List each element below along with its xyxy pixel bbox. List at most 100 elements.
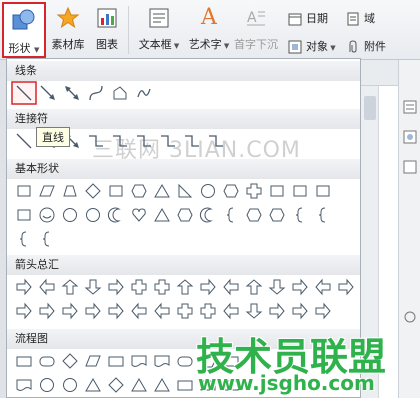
rarrow-shape-icon[interactable] <box>85 302 101 320</box>
larrow-shape-icon[interactable] <box>131 302 147 320</box>
rarrow-shape-icon[interactable] <box>292 278 308 296</box>
material-library-button[interactable]: 素材库 <box>50 6 86 52</box>
term-shape-icon[interactable] <box>177 356 193 367</box>
rarrow-shape-icon[interactable] <box>62 302 78 320</box>
larrow-shape-icon[interactable] <box>39 278 55 296</box>
line-shape-icon[interactable] <box>16 133 32 149</box>
brace-shape-icon[interactable] <box>226 207 234 223</box>
chevron-down-icon: ▼ <box>328 44 336 52</box>
uarrow-shape-icon[interactable] <box>61 279 79 295</box>
sidebar-tool-icon[interactable] <box>403 160 417 174</box>
circle-shape-icon[interactable] <box>40 378 54 392</box>
uarrow-shape-icon[interactable] <box>176 279 194 295</box>
rect-shape-icon[interactable] <box>17 209 31 221</box>
rect-shape-icon[interactable] <box>17 185 31 197</box>
hex-shape-icon[interactable] <box>131 184 147 198</box>
rarrow-shape-icon[interactable] <box>39 302 55 320</box>
cross-shape-icon[interactable] <box>177 303 193 319</box>
brace-shape-icon[interactable] <box>42 231 50 247</box>
rarrow-shape-icon[interactable] <box>338 278 354 296</box>
rect-shape-icon[interactable] <box>270 185 284 197</box>
rarrow-shape-icon[interactable] <box>16 278 32 296</box>
trap-shape-icon[interactable] <box>63 185 77 197</box>
date-button[interactable]: 日期 <box>288 10 328 26</box>
chart-button[interactable]: 图表 <box>92 6 122 52</box>
heart-shape-icon[interactable] <box>132 208 146 222</box>
chart-label: 图表 <box>96 38 118 51</box>
uarrow-shape-icon[interactable] <box>245 279 263 295</box>
rarrow-shape-icon[interactable] <box>269 302 285 320</box>
larrow-shape-icon[interactable] <box>223 278 239 296</box>
rarrow-shape-icon[interactable] <box>108 302 124 320</box>
process-shape-icon[interactable] <box>16 356 32 367</box>
moon-shape-icon[interactable] <box>107 207 121 223</box>
field-button[interactable]: 域 <box>346 10 375 26</box>
larrow-shape-icon[interactable] <box>315 278 331 296</box>
hex-shape-icon[interactable] <box>223 184 239 198</box>
tri-shape-icon[interactable] <box>131 378 147 392</box>
hex-shape-icon[interactable] <box>246 208 262 222</box>
scrollbar-thumb[interactable] <box>364 96 376 120</box>
scribble-shape-icon[interactable] <box>137 88 151 98</box>
circle-shape-icon[interactable] <box>63 208 77 222</box>
brace-shape-icon[interactable] <box>19 231 27 247</box>
sidebar-tool-icon[interactable] <box>403 310 417 324</box>
drop-cap-button[interactable]: A 首字下沉 <box>232 6 280 52</box>
para-shape-icon[interactable] <box>39 185 55 197</box>
smile-shape-icon[interactable] <box>39 207 55 223</box>
sidebar-tool-icon[interactable] <box>403 100 417 114</box>
art-text-button[interactable]: A 艺术字 ▼ <box>188 6 230 52</box>
attachment-button[interactable]: 附件 <box>346 38 386 54</box>
darrow2-shape-icon[interactable] <box>84 279 102 295</box>
process-shape-icon[interactable] <box>108 356 124 367</box>
cross-shape-icon[interactable] <box>246 183 262 199</box>
rarrow-shape-icon[interactable] <box>108 278 124 296</box>
darrow2-shape-icon[interactable] <box>245 303 263 319</box>
rtri-shape-icon[interactable] <box>178 183 193 198</box>
cross-shape-icon[interactable] <box>154 279 170 295</box>
object-button[interactable]: 对象 ▼ <box>288 38 336 54</box>
process-shape-icon[interactable] <box>177 380 193 391</box>
moon-shape-icon[interactable] <box>199 207 213 223</box>
docshape-shape-icon[interactable] <box>154 355 170 367</box>
text-box-button[interactable]: 文本框 ▼ <box>134 6 184 52</box>
docshape-shape-icon[interactable] <box>16 379 32 391</box>
rect-shape-icon[interactable] <box>293 185 307 197</box>
tri-shape-icon[interactable] <box>154 208 170 222</box>
cross-shape-icon[interactable] <box>200 303 216 319</box>
tri-shape-icon[interactable] <box>154 184 170 198</box>
brace-shape-icon[interactable] <box>318 207 326 223</box>
docshape-shape-icon[interactable] <box>131 355 147 367</box>
rarrow-shape-icon[interactable] <box>200 278 216 296</box>
term-shape-icon[interactable] <box>39 356 55 367</box>
tri-shape-icon[interactable] <box>85 378 101 392</box>
diamond-shape-icon[interactable] <box>108 377 124 393</box>
curve-shape-icon[interactable] <box>89 85 103 101</box>
rect-shape-icon[interactable] <box>316 185 330 197</box>
hex-shape-icon[interactable] <box>269 208 285 222</box>
section-header-arrows: 箭头总汇 <box>7 255 360 275</box>
rarrow-shape-icon[interactable] <box>16 302 32 320</box>
larrow-shape-icon[interactable] <box>154 302 170 320</box>
tri-shape-icon[interactable] <box>154 378 170 392</box>
shapes-button[interactable]: 形状 ▼ <box>2 2 46 58</box>
circle-shape-icon[interactable] <box>63 378 77 392</box>
brace-shape-icon[interactable] <box>295 207 303 223</box>
poly-shape-icon[interactable] <box>113 86 127 100</box>
line-shape-icon[interactable] <box>11 81 37 105</box>
darrow-shape-icon[interactable] <box>65 86 79 100</box>
larrow-shape-icon[interactable] <box>223 302 239 320</box>
hex-shape-icon[interactable] <box>177 208 193 222</box>
rarrow-shape-icon[interactable] <box>315 302 331 320</box>
diamond-shape-icon[interactable] <box>85 183 101 199</box>
circle-shape-icon[interactable] <box>86 208 100 222</box>
rarrow-shape-icon[interactable] <box>292 302 308 320</box>
diamond-shape-icon[interactable] <box>62 353 78 369</box>
circle-shape-icon[interactable] <box>201 184 215 198</box>
arrow-shape-icon[interactable] <box>40 85 55 100</box>
darrow2-shape-icon[interactable] <box>268 279 286 295</box>
cross-shape-icon[interactable] <box>131 279 147 295</box>
sidebar-tool-icon[interactable] <box>403 130 417 144</box>
para-shape-icon[interactable] <box>85 355 101 367</box>
rect-shape-icon[interactable] <box>109 185 123 197</box>
